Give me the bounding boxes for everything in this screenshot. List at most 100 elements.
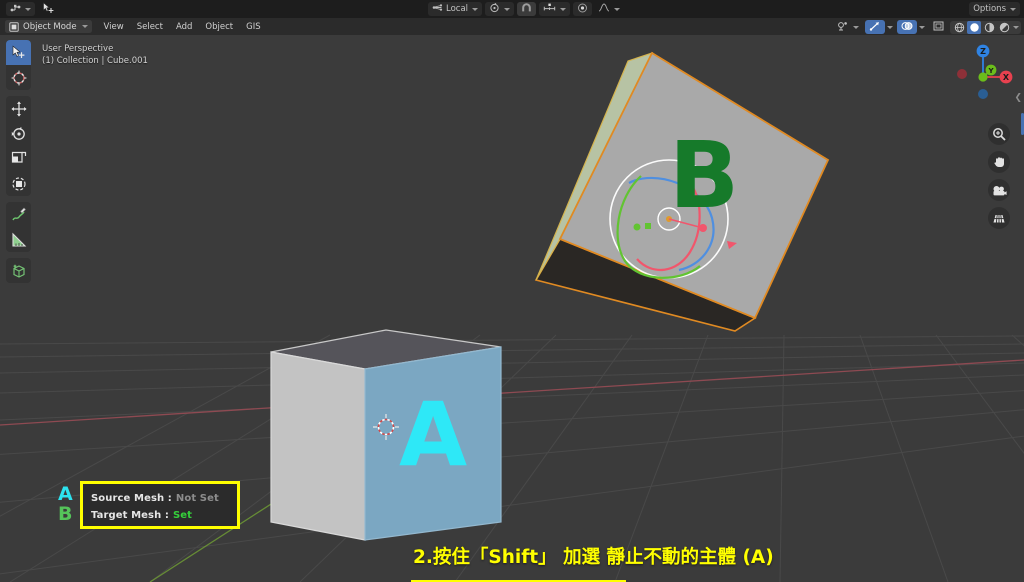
top-bar-left — [0, 1, 58, 17]
chevron-down-icon — [560, 7, 567, 11]
svg-text:X: X — [1003, 73, 1010, 82]
mesh-status-panel: Source Mesh : Not Set Target Mesh : Set — [80, 481, 240, 529]
snap-target-icon — [543, 3, 556, 15]
shading-mode-group — [950, 20, 1021, 34]
shading-solid-button[interactable] — [967, 20, 981, 34]
viewport-info-line1: User Perspective — [42, 44, 114, 54]
menu-view[interactable]: View — [98, 21, 130, 33]
svg-text:Z: Z — [980, 47, 986, 56]
tool-move[interactable] — [6, 96, 31, 121]
blender-window: Local Options Object Mode View Select Ad… — [0, 0, 1024, 582]
proportional-editing-icon — [577, 3, 588, 16]
xray-icon — [933, 21, 944, 34]
source-mesh-row: Source Mesh : Not Set — [91, 490, 237, 507]
cube-a-letter: A — [399, 383, 468, 486]
visibility-dropdown[interactable] — [833, 20, 863, 34]
chevron-down-icon — [504, 7, 511, 11]
options-button[interactable]: Options — [969, 2, 1020, 16]
instruction-caption-cn: 2.按住「Shift」 加選 靜止不動的主體 (A) — [413, 547, 774, 568]
ab-marker-letters: A B — [58, 484, 73, 524]
overlays-toggle[interactable] — [897, 20, 917, 34]
options-label: Options — [973, 4, 1006, 14]
tool-group-add — [6, 258, 31, 283]
tool-scale[interactable] — [6, 146, 31, 171]
proportional-editing-toggle[interactable] — [573, 2, 593, 16]
chevron-down-icon — [1010, 7, 1016, 11]
snap-magnet-toggle[interactable] — [517, 2, 537, 16]
target-mesh-label: Target Mesh : — [91, 510, 169, 521]
shading-rendered-button[interactable] — [997, 21, 1011, 34]
tool-tweak[interactable] — [6, 40, 31, 65]
gizmo-toggle[interactable] — [865, 20, 885, 34]
cursor-tool-indicator — [39, 1, 58, 17]
top-bar-transform-controls: Local — [428, 2, 623, 16]
marker-a: A — [58, 483, 73, 505]
3d-viewport[interactable]: A B User Perspective (1) Collection | Cu… — [0, 35, 1024, 582]
interaction-mode-dropdown[interactable]: Object Mode — [5, 20, 92, 33]
pan-button[interactable] — [988, 151, 1010, 173]
cursor-move-icon — [42, 1, 55, 17]
object-mode-icon — [9, 17, 19, 36]
mode-label: Object Mode — [23, 21, 77, 32]
transform-orientation-label: Local — [446, 4, 469, 14]
viewport-info-text: User Perspective (1) Collection | Cube.0… — [42, 43, 148, 67]
editor-type-icon — [10, 3, 21, 16]
chevron-down-icon — [81, 25, 88, 28]
snap-magnet-icon — [521, 2, 532, 16]
target-mesh-value: Set — [173, 510, 193, 521]
tool-add-cube[interactable] — [6, 258, 31, 283]
menu-add[interactable]: Add — [170, 21, 198, 33]
cube-b-letter: B — [669, 122, 740, 229]
viewport-menu-bar: View Select Add Object GIS — [98, 21, 267, 33]
source-mesh-label: Source Mesh : — [91, 493, 172, 504]
zoom-button[interactable] — [988, 123, 1010, 145]
orientation-icon — [432, 3, 443, 15]
tool-measure[interactable] — [6, 227, 31, 252]
tool-cursor[interactable] — [6, 65, 31, 90]
top-bar: Local Options — [0, 0, 1024, 18]
menu-gis[interactable]: GIS — [240, 21, 267, 33]
tool-group-transform — [6, 96, 31, 196]
shading-wireframe-button[interactable] — [952, 21, 966, 34]
pivot-point-dropdown[interactable] — [485, 2, 515, 16]
chevron-down-icon[interactable] — [919, 25, 925, 29]
falloff-curve-dropdown[interactable] — [595, 2, 623, 16]
gizmo-icon — [869, 21, 881, 34]
snap-target-dropdown[interactable] — [539, 2, 571, 16]
ortho-persp-button[interactable] — [988, 207, 1010, 229]
sidebar-toggle-arrow[interactable]: ❮ — [1014, 93, 1022, 103]
top-bar-right: Options — [969, 2, 1020, 16]
viewport-header-right — [833, 20, 1021, 34]
viewport-header: Object Mode View Select Add Object GIS — [0, 18, 1024, 35]
editor-type-button[interactable] — [6, 2, 35, 16]
tool-transform[interactable] — [6, 171, 31, 196]
viewport-info-line2: (1) Collection | Cube.001 — [42, 56, 148, 66]
tool-annotate[interactable] — [6, 202, 31, 227]
chevron-down-icon — [472, 7, 479, 11]
shading-material-button[interactable] — [982, 21, 996, 34]
visibility-icon — [837, 21, 849, 34]
tool-shelf — [6, 40, 31, 289]
viewport-nav-buttons — [988, 123, 1010, 229]
chevron-down-icon — [853, 25, 859, 29]
target-mesh-row: Target Mesh : Set — [91, 507, 237, 524]
overlays-icon — [901, 21, 913, 34]
chevron-down-icon — [25, 7, 31, 11]
menu-select[interactable]: Select — [131, 21, 169, 33]
xray-toggle[interactable] — [929, 20, 948, 34]
chevron-down-icon — [614, 7, 621, 11]
transform-orientation-dropdown[interactable]: Local — [428, 2, 483, 16]
tool-rotate[interactable] — [6, 121, 31, 146]
tool-group-select — [6, 40, 31, 90]
pivot-point-icon — [489, 2, 500, 16]
chevron-down-icon[interactable] — [887, 25, 893, 29]
menu-object[interactable]: Object — [199, 21, 239, 33]
falloff-curve-icon — [598, 3, 610, 15]
svg-text:Y: Y — [987, 67, 994, 75]
tool-group-annotate — [6, 202, 31, 252]
marker-b: B — [58, 503, 73, 525]
navigation-gizmo[interactable]: Z X Y — [950, 40, 1016, 106]
chevron-down-icon[interactable] — [1013, 25, 1019, 29]
source-mesh-value: Not Set — [175, 493, 219, 504]
camera-button[interactable] — [988, 179, 1010, 201]
